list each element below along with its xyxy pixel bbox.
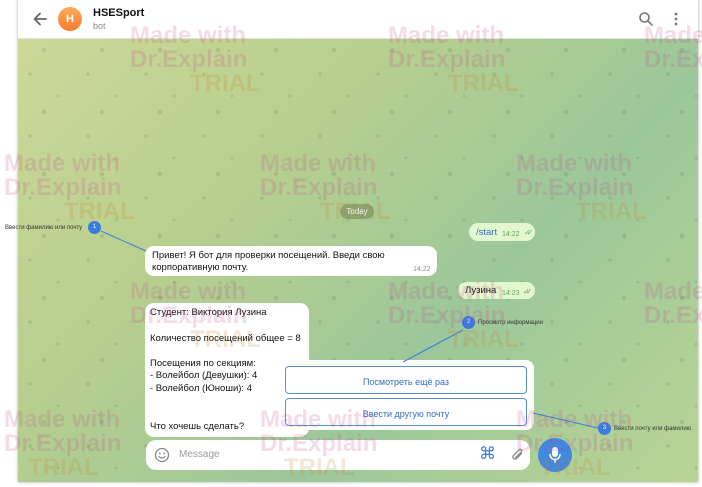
double-check-icon: ✓✓ bbox=[523, 287, 533, 296]
message-text: Привет! Я бот для проверки посещений. Вв… bbox=[152, 250, 385, 273]
trial-watermark: Made withDr.ExplainTRIAL bbox=[388, 22, 519, 97]
message-incoming[interactable]: Привет! Я бот для проверки посещений. Вв… bbox=[145, 246, 437, 276]
trial-watermark: Made withDr.ExplainTRIAL bbox=[130, 22, 261, 97]
message-line-sections: Посещения по секциям: bbox=[150, 358, 256, 369]
trial-watermark: Made withDr.ExplainTRIAL bbox=[644, 22, 702, 73]
trial-watermark: Made withDr.ExplainTRIAL bbox=[260, 150, 391, 225]
emoji-icon[interactable] bbox=[154, 447, 170, 463]
chat-header: H HSESport bot bbox=[18, 0, 698, 39]
trial-watermark: Made withDr.ExplainTRIAL bbox=[644, 278, 702, 329]
bot-command-icon[interactable]: ⌘ bbox=[479, 444, 496, 464]
message-line-section-2: - Волейбол (Юноши): 4 bbox=[150, 383, 252, 394]
trial-watermark: Made withDr.ExplainTRIAL bbox=[516, 150, 647, 225]
message-line-section-1: - Волейбол (Девушки): 4 bbox=[150, 370, 258, 381]
callout-label: Ввести фамилию или почту bbox=[5, 225, 83, 231]
trial-watermark: Made withDr.ExplainTRIAL bbox=[516, 406, 634, 481]
avatar[interactable]: H bbox=[58, 7, 82, 31]
chat-subtitle: bot bbox=[93, 21, 106, 31]
trial-watermark: Made withDr.ExplainTRIAL bbox=[4, 406, 122, 481]
message-input[interactable]: Message bbox=[179, 449, 220, 460]
trial-watermark: Made withDr.ExplainTRIAL bbox=[4, 150, 135, 225]
message-text[interactable]: /start bbox=[476, 227, 497, 238]
message-time: 14:22 bbox=[413, 266, 431, 273]
chat-title[interactable]: HSESport bbox=[93, 7, 144, 19]
message-outgoing[interactable]: /start 14:22 ✓✓ bbox=[469, 223, 535, 241]
trial-watermark: Made withDr.ExplainTRIAL bbox=[130, 278, 261, 353]
message-time: 14:22 bbox=[502, 231, 520, 238]
message-line-question: Что хочешь сделать? bbox=[150, 421, 245, 432]
double-check-icon: ✓✓ bbox=[524, 228, 534, 237]
trial-watermark: Made withDr.ExplainTRIAL bbox=[260, 406, 378, 481]
trial-watermark: Made withDr.ExplainTRIAL bbox=[388, 278, 519, 353]
back-arrow-icon[interactable] bbox=[30, 9, 50, 29]
view-again-button[interactable]: Посмотреть ещё раз bbox=[285, 366, 527, 394]
